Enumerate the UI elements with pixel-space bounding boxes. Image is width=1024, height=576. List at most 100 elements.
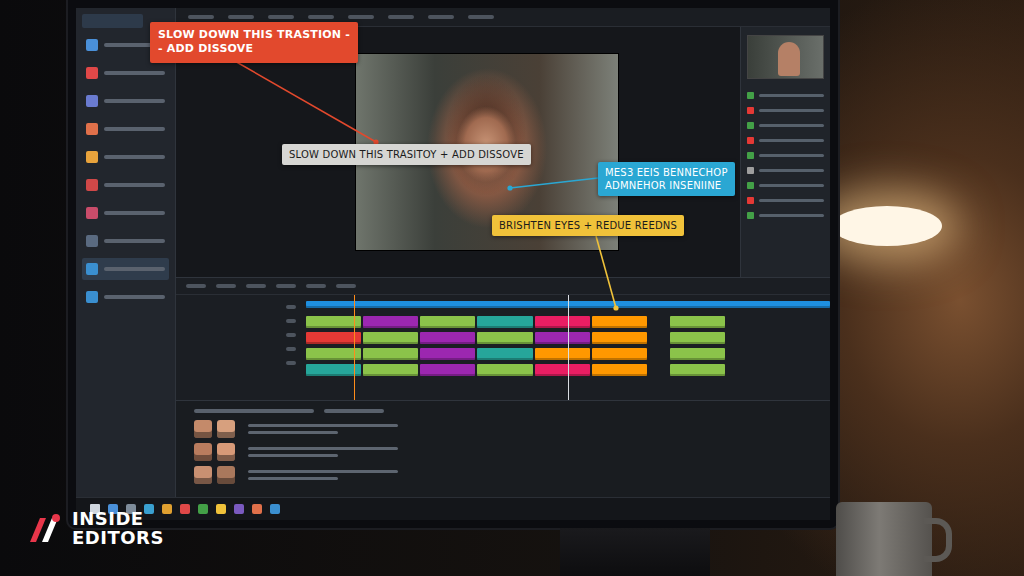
toolbar-tab[interactable]	[268, 15, 294, 19]
timeline-tool[interactable]	[186, 284, 206, 288]
timeline-clip[interactable]	[670, 348, 725, 360]
timeline-clip[interactable]	[477, 348, 532, 360]
timeline-clip[interactable]	[477, 332, 532, 344]
annotation-label[interactable]: SLOW DOWN THIS TRASITOY + ADD DISSOVE	[282, 144, 531, 165]
arrow-icon	[596, 236, 619, 311]
timeline-clip[interactable]	[420, 332, 475, 344]
sidebar-label-bar	[104, 183, 165, 187]
preview-thumbnail[interactable]	[747, 35, 824, 79]
status-icon	[747, 212, 754, 219]
timeline-clip[interactable]	[306, 348, 361, 360]
toolbar-tab[interactable]	[388, 15, 414, 19]
timeline-clip[interactable]	[363, 348, 418, 360]
inspector-row[interactable]	[747, 180, 824, 190]
timeline-clip[interactable]	[363, 364, 418, 376]
sidebar-item[interactable]	[82, 62, 169, 84]
timeline-clip[interactable]	[363, 332, 418, 344]
inspector-row[interactable]	[747, 90, 824, 100]
app-icon[interactable]	[270, 504, 280, 514]
timeline-tool[interactable]	[336, 284, 356, 288]
track-header[interactable]	[286, 333, 296, 337]
avatar-icon	[194, 420, 212, 438]
toolbar-tab[interactable]	[188, 15, 214, 19]
timeline-clip[interactable]	[592, 348, 647, 360]
inspector-row[interactable]	[747, 195, 824, 205]
annotation-label[interactable]: MES3 EEIS BENNECHOP ADMNEHOR INSENIINE	[598, 162, 735, 196]
timeline-clip[interactable]	[670, 332, 725, 344]
annotation-label[interactable]: SLOW DOWN THIS TRASTION - - ADD DISSOVE	[150, 22, 358, 63]
timeline-tool[interactable]	[246, 284, 266, 288]
logo-text: INSIDE	[72, 510, 164, 529]
app-icon[interactable]	[234, 504, 244, 514]
timeline-clip[interactable]	[535, 332, 590, 344]
app-icon[interactable]	[216, 504, 226, 514]
inspector-row[interactable]	[747, 135, 824, 145]
inspector-label-bar	[759, 199, 824, 202]
inspector-row[interactable]	[747, 210, 824, 220]
logo-icon	[26, 512, 66, 546]
app-icon[interactable]	[180, 504, 190, 514]
status-icon	[747, 152, 754, 159]
timeline-clip[interactable]	[670, 364, 725, 376]
track-header[interactable]	[286, 305, 296, 309]
arrow-icon	[226, 56, 379, 145]
sidebar-item[interactable]	[82, 146, 169, 168]
sidebar-item[interactable]	[82, 258, 169, 280]
toolbar-tab[interactable]	[348, 15, 374, 19]
sidebar-item[interactable]	[82, 174, 169, 196]
timeline-clip[interactable]	[535, 364, 590, 376]
timeline-tool[interactable]	[306, 284, 326, 288]
app-icon[interactable]	[252, 504, 262, 514]
timeline-clip[interactable]	[306, 332, 361, 344]
inspector-row[interactable]	[747, 120, 824, 130]
sidebar-item[interactable]	[82, 286, 169, 308]
track-header[interactable]	[286, 347, 296, 351]
timeline-tool[interactable]	[276, 284, 296, 288]
inspector-label-bar	[759, 154, 824, 157]
timeline-clip[interactable]	[306, 316, 361, 328]
status-icon	[747, 197, 754, 204]
track-header[interactable]	[286, 319, 296, 323]
toolbar-tab[interactable]	[428, 15, 454, 19]
toolbar-tab[interactable]	[228, 15, 254, 19]
timeline-tool[interactable]	[216, 284, 236, 288]
inspector-row[interactable]	[747, 105, 824, 115]
timeline-clip[interactable]	[477, 364, 532, 376]
timeline-clip[interactable]	[535, 348, 590, 360]
app-icon[interactable]	[162, 504, 172, 514]
coffee-mug	[836, 502, 932, 576]
taskbar	[76, 497, 830, 520]
sidebar-item[interactable]	[82, 90, 169, 112]
in-marker[interactable]	[354, 295, 355, 400]
timeline-clip[interactable]	[420, 364, 475, 376]
track-header[interactable]	[286, 361, 296, 365]
timeline-clip[interactable]	[420, 348, 475, 360]
toolbar-tab[interactable]	[468, 15, 494, 19]
inspector-label-bar	[759, 94, 824, 97]
comment-row[interactable]	[194, 443, 812, 461]
comment-row[interactable]	[194, 420, 812, 438]
app-icon[interactable]	[144, 504, 154, 514]
timeline-clip[interactable]	[535, 316, 590, 328]
timeline-clip[interactable]	[477, 316, 532, 328]
annotation-label[interactable]: BRISHTEN EYES + REDUE REEDNS	[492, 215, 684, 236]
inspector-row[interactable]	[747, 150, 824, 160]
playhead[interactable]	[568, 295, 569, 400]
comment-row[interactable]	[194, 466, 812, 484]
timeline-clip[interactable]	[592, 364, 647, 376]
tool-icon	[86, 67, 98, 79]
sidebar-item[interactable]	[82, 230, 169, 252]
timeline-clip[interactable]	[306, 364, 361, 376]
inspector-row[interactable]	[747, 165, 824, 175]
sidebar-item[interactable]	[82, 202, 169, 224]
app-icon[interactable]	[198, 504, 208, 514]
timeline-clip[interactable]	[592, 332, 647, 344]
timeline-clip[interactable]	[420, 316, 475, 328]
timeline-clip[interactable]	[363, 316, 418, 328]
avatar-icon	[194, 443, 212, 461]
inspector-label-bar	[759, 124, 824, 127]
sidebar-item[interactable]	[82, 118, 169, 140]
timeline-clip[interactable]	[592, 316, 647, 328]
timeline-clip[interactable]	[670, 316, 725, 328]
toolbar-tab[interactable]	[308, 15, 334, 19]
